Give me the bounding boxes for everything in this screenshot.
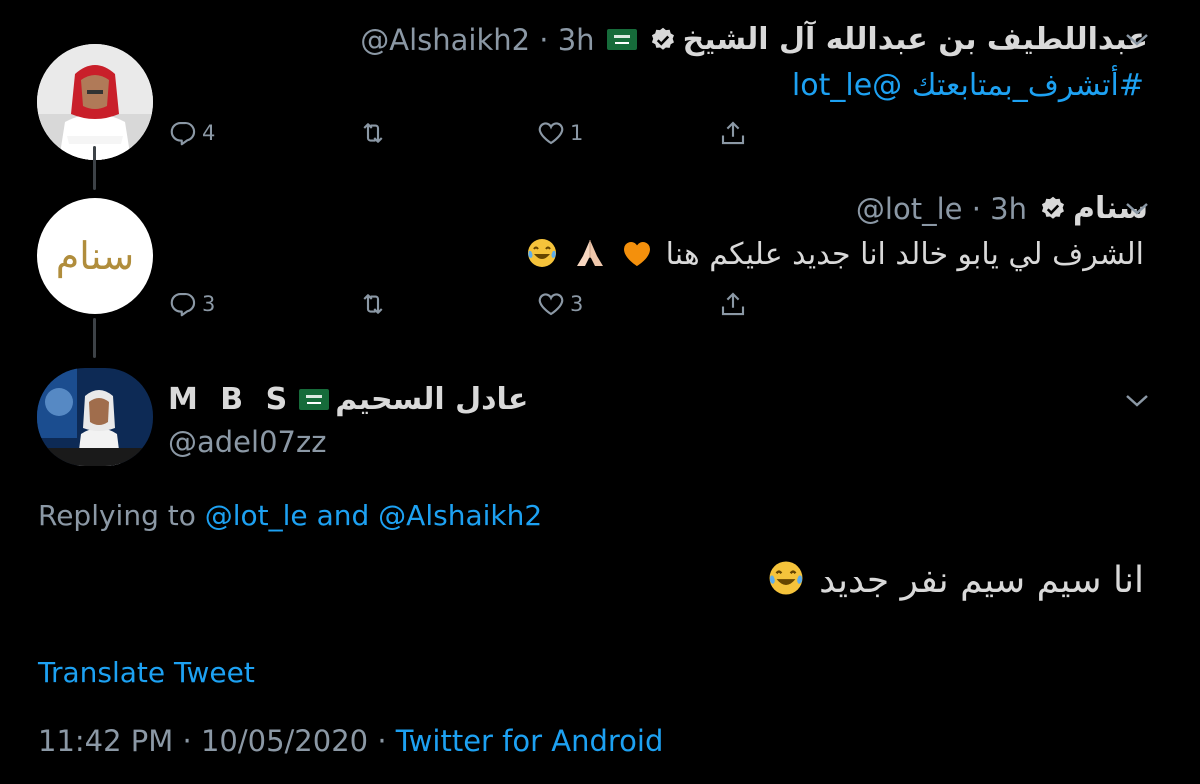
like-button[interactable]: 3	[536, 289, 583, 319]
reply-icon	[170, 292, 196, 317]
tweet-time[interactable]: 3h	[558, 23, 595, 57]
retweet-button[interactable]	[358, 118, 388, 148]
replying-and: and	[316, 499, 370, 532]
like-count: 3	[570, 292, 584, 316]
main-tweet-body: انا سيم سيم نفر جديد	[764, 558, 1144, 601]
thread-line	[93, 146, 96, 190]
tweet-body: الشرف لي يابو خالد انا جديد عليكم هنا	[523, 236, 1144, 272]
retweet-button[interactable]	[358, 289, 388, 319]
author-handle[interactable]: @lot_le	[856, 192, 963, 226]
reply-icon	[170, 121, 196, 146]
tweet-source[interactable]: Twitter for Android	[396, 724, 664, 758]
reply-button[interactable]: 3	[168, 289, 215, 319]
translate-tweet-link[interactable]: Translate Tweet	[38, 656, 255, 689]
saudi-flag-icon	[299, 389, 330, 410]
tweet-actions: 4 1	[168, 118, 768, 158]
separator-dot: ·	[971, 191, 991, 226]
author-name[interactable]: عادل السحيم	[335, 382, 528, 417]
avatar-sanam[interactable]: سنام	[37, 198, 153, 314]
like-button[interactable]: 1	[536, 118, 583, 148]
replying-mention-2[interactable]: @Alshaikh2	[378, 499, 542, 532]
heart-icon	[538, 293, 564, 316]
author-handle[interactable]: @adel07zz	[168, 425, 326, 459]
verified-badge-icon	[1039, 195, 1067, 223]
chevron-down-icon[interactable]	[1124, 201, 1150, 217]
tweet-text: الشرف لي يابو خالد انا جديد عليكم هنا	[665, 237, 1144, 272]
reply-count: 4	[202, 121, 216, 145]
retweet-icon	[363, 294, 383, 314]
reply-count: 3	[202, 292, 216, 316]
verified-badge-icon	[649, 26, 677, 54]
tweet-actions: 3 3	[168, 289, 768, 329]
tears-of-joy-icon	[525, 236, 559, 270]
tweet-header: عبداللطيف بن عبدالله آل الشيخ @Alshaikh2…	[360, 22, 1148, 57]
thread-line	[93, 318, 96, 358]
share-icon	[721, 121, 745, 145]
author-name[interactable]: عبداللطيف بن عبدالله آل الشيخ	[683, 22, 1148, 57]
author-handle[interactable]: @Alshaikh2	[360, 23, 530, 57]
replying-mention-1[interactable]: @lot_le	[205, 499, 308, 532]
tweet-header: سنام @lot_le · 3h	[856, 191, 1148, 226]
handle-time[interactable]: @Alshaikh2 · 3h	[360, 23, 594, 57]
avatar-logo-text: سنام	[55, 234, 135, 278]
main-tweet-header: M B S عادل السحيم	[168, 382, 528, 417]
retweet-icon	[363, 123, 383, 143]
separator-dot: ·	[539, 22, 558, 57]
orange-heart-icon	[620, 236, 654, 270]
tweet-body: #أتشرف_بمتابعتك @lot_le	[792, 68, 1144, 103]
chevron-down-icon[interactable]	[1124, 393, 1150, 409]
share-button[interactable]	[718, 118, 748, 148]
saudi-flag-icon	[606, 29, 637, 50]
avatar-adel[interactable]	[37, 368, 153, 466]
replying-to: Replying to @lot_le and @Alshaikh2	[38, 499, 542, 532]
tears-of-joy-icon	[766, 558, 806, 598]
chevron-down-icon[interactable]	[1124, 32, 1150, 48]
replying-prefix: Replying to	[38, 499, 196, 532]
tweet-meta: 11:42 PM · 10/05/2020 · Twitter for Andr…	[38, 724, 663, 758]
like-count: 1	[570, 121, 584, 145]
folded-hands-icon	[573, 236, 607, 270]
share-button[interactable]	[718, 289, 748, 319]
handle-time[interactable]: @lot_le · 3h	[856, 192, 1027, 226]
mention-link[interactable]: @lot_le	[792, 68, 902, 103]
name-suffix[interactable]: M B S	[168, 382, 293, 417]
reply-button[interactable]: 4	[168, 118, 215, 148]
main-tweet-text: انا سيم سيم نفر جديد	[819, 560, 1144, 601]
avatar-alshaikh[interactable]	[37, 44, 153, 160]
tweet-time[interactable]: 3h	[990, 192, 1027, 226]
share-icon	[721, 292, 745, 316]
tweet-timestamp[interactable]: 11:42 PM · 10/05/2020 ·	[38, 724, 387, 758]
hashtag-link[interactable]: #أتشرف_بمتابعتك	[912, 68, 1144, 103]
heart-icon	[538, 122, 564, 145]
